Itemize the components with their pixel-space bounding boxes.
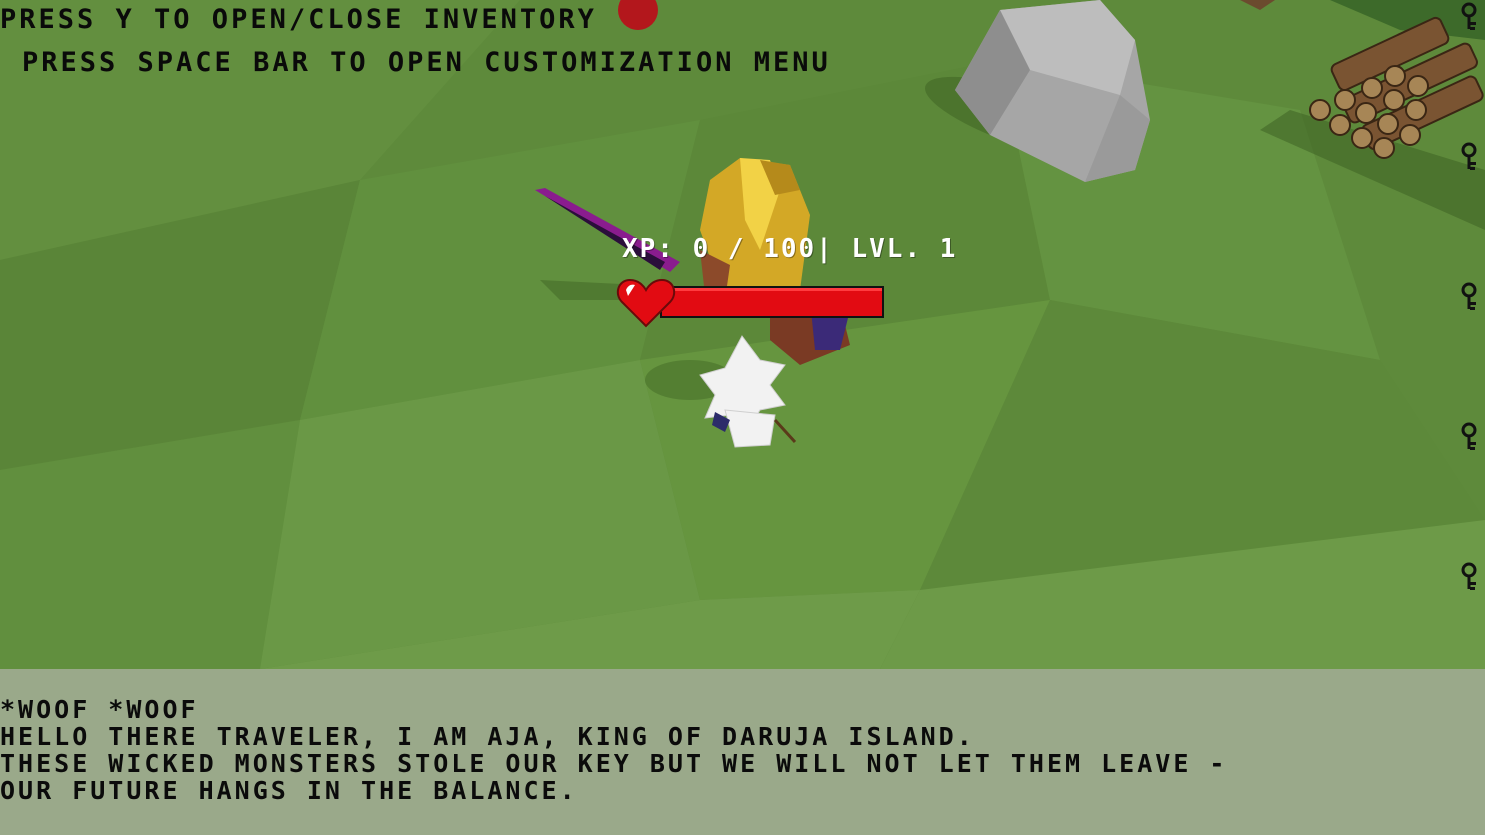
customization-hint: PRESS SPACE BAR TO OPEN CUSTOMIZATION ME… bbox=[22, 47, 831, 78]
key-icon bbox=[1461, 562, 1477, 590]
key-icon bbox=[1461, 422, 1477, 450]
dialog-line: HELLO THERE TRAVELER, I AM AJA, KING OF … bbox=[0, 722, 975, 751]
heart-icon bbox=[616, 278, 676, 328]
dialog-line: THESE WICKED MONSTERS STOLE OUR KEY BUT … bbox=[0, 749, 1228, 778]
xp-level-readout: XP: 0 / 100| LVL. 1 bbox=[622, 234, 958, 264]
game-viewport[interactable]: PRESS Y TO OPEN/CLOSE INVENTORY PRESS SP… bbox=[0, 0, 1485, 835]
health-bar bbox=[660, 286, 884, 318]
key-icon bbox=[1461, 2, 1477, 30]
inventory-hint: PRESS Y TO OPEN/CLOSE INVENTORY bbox=[0, 4, 597, 35]
key-icon bbox=[1461, 142, 1477, 170]
dialog-line: OUR FUTURE HANGS IN THE BALANCE. bbox=[0, 776, 578, 805]
dialog-line: *WOOF *WOOF bbox=[0, 695, 199, 724]
health-bar-fill bbox=[662, 288, 882, 316]
key-icon bbox=[1461, 282, 1477, 310]
dialog-box[interactable]: *WOOF *WOOF HELLO THERE TRAVELER, I AM A… bbox=[0, 669, 1485, 835]
